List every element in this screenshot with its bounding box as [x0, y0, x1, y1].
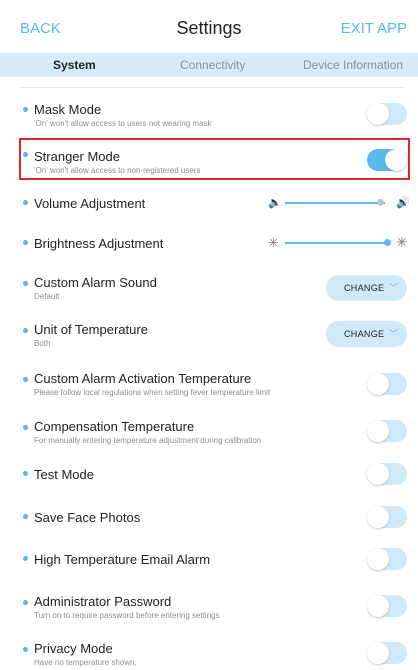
setting-row-mask-mode: Mask Mode 'On' won't allow access to use…: [0, 100, 418, 130]
bullet-dot: [23, 425, 28, 430]
setting-subtitle: Please follow local regulations when set…: [34, 388, 271, 397]
setting-row-brightness: Brightness Adjustment ✳ ✳: [0, 234, 418, 254]
setting-row-high-temperature-email: High Temperature Email Alarm: [0, 548, 418, 570]
bullet-dot: [23, 377, 28, 382]
alarm-sound-change-button[interactable]: CHANGE ﹀: [326, 275, 407, 301]
toggle-knob: [367, 463, 389, 485]
brightness-high-icon: ✳: [396, 234, 408, 250]
setting-title: Stranger Mode: [34, 149, 120, 164]
test-mode-toggle[interactable]: [367, 463, 407, 485]
bullet-dot: [23, 600, 28, 605]
tab-device-information[interactable]: Device Information: [303, 58, 403, 72]
brightness-slider-track[interactable]: [285, 242, 389, 244]
volume-high-icon: 🔊: [396, 197, 410, 209]
setting-title: Mask Mode: [34, 102, 102, 117]
brightness-slider-thumb[interactable]: [383, 239, 391, 246]
mask-mode-toggle[interactable]: [367, 103, 407, 125]
setting-title: Custom Alarm Activation Temperature: [34, 371, 252, 386]
setting-title: Administrator Password: [34, 594, 172, 609]
bullet-dot: [23, 471, 28, 476]
bullet-dot: [23, 240, 28, 245]
brightness-low-icon: ✳: [268, 235, 279, 250]
chevron-down-icon: ﹀: [389, 329, 399, 339]
volume-slider-thumb[interactable]: [377, 199, 384, 206]
setting-row-administrator-password: Administrator Password Turn on to requir…: [0, 593, 418, 623]
setting-row-compensation-temperature: Compensation Temperature For manually en…: [0, 418, 418, 448]
setting-row-privacy-mode: Privacy Mode Have no temperature shown.: [0, 640, 418, 670]
toggle-knob: [367, 642, 389, 664]
button-label: CHANGE: [344, 283, 385, 293]
setting-title: Test Mode: [34, 467, 94, 482]
bullet-dot: [23, 647, 28, 652]
setting-subtitle: 'On' won't allow access to users not wea…: [34, 119, 212, 128]
stranger-mode-toggle[interactable]: [367, 149, 407, 171]
volume-low-icon: 🔈: [268, 197, 282, 209]
toggle-knob: [367, 373, 389, 395]
setting-title: Volume Adjustment: [34, 196, 146, 211]
toggle-knob: [385, 149, 407, 171]
high-temperature-email-toggle[interactable]: [367, 548, 407, 570]
administrator-password-toggle[interactable]: [367, 595, 407, 617]
bullet-dot: [23, 200, 28, 205]
setting-row-alarm-temperature: Custom Alarm Activation Temperature Plea…: [0, 370, 418, 400]
toggle-knob: [367, 506, 389, 528]
tab-connectivity[interactable]: Connectivity: [180, 58, 245, 72]
setting-title: Unit of Temperature: [34, 322, 148, 337]
setting-subtitle: For manually entering temperature adjust…: [34, 436, 262, 445]
temperature-unit-change-button[interactable]: CHANGE ﹀: [326, 321, 407, 347]
setting-row-temperature-unit: Unit of Temperature Both CHANGE ﹀: [0, 321, 418, 351]
toggle-knob: [367, 103, 389, 125]
setting-row-save-face-photos: Save Face Photos: [0, 506, 418, 528]
setting-subtitle: Default: [34, 292, 60, 301]
chevron-down-icon: ﹀: [389, 283, 399, 293]
bullet-dot: [23, 514, 28, 519]
setting-subtitle: Both: [34, 339, 51, 348]
toggle-knob: [367, 548, 389, 570]
tab-bar: System Connectivity Device Information: [0, 53, 418, 77]
setting-title: Custom Alarm Sound: [34, 275, 157, 290]
toggle-knob: [367, 595, 389, 617]
button-label: CHANGE: [344, 329, 385, 339]
setting-row-test-mode: Test Mode: [0, 463, 418, 485]
setting-subtitle: 'On' won't allow access to non-registere…: [34, 166, 201, 175]
volume-slider-track[interactable]: [285, 202, 385, 204]
bullet-dot: [23, 152, 28, 157]
setting-row-volume: Volume Adjustment 🔈 🔊: [0, 194, 418, 214]
setting-title: High Temperature Email Alarm: [34, 552, 211, 567]
exit-app-button[interactable]: EXIT APP: [341, 20, 407, 37]
compensation-temperature-toggle[interactable]: [367, 420, 407, 442]
setting-row-stranger-mode: Stranger Mode 'On' won't allow access to…: [0, 148, 418, 178]
bullet-dot: [23, 107, 28, 112]
toggle-knob: [367, 420, 389, 442]
save-face-photos-toggle[interactable]: [367, 506, 407, 528]
divider: [20, 87, 405, 88]
setting-title: Save Face Photos: [34, 510, 141, 525]
setting-title: Privacy Mode: [34, 641, 113, 656]
bullet-dot: [23, 556, 28, 561]
tab-system[interactable]: System: [53, 58, 96, 72]
setting-subtitle: Have no temperature shown.: [34, 658, 137, 667]
setting-row-alarm-sound: Custom Alarm Sound Default CHANGE ﹀: [0, 274, 418, 304]
bullet-dot: [23, 328, 28, 333]
privacy-mode-toggle[interactable]: [367, 642, 407, 664]
setting-subtitle: Turn on to require password before enter…: [34, 611, 220, 620]
setting-title: Compensation Temperature: [34, 419, 195, 434]
bullet-dot: [23, 281, 28, 286]
setting-title: Brightness Adjustment: [34, 236, 164, 251]
header-bar: BACK Settings EXIT APP: [0, 0, 418, 58]
alarm-temperature-toggle[interactable]: [367, 373, 407, 395]
